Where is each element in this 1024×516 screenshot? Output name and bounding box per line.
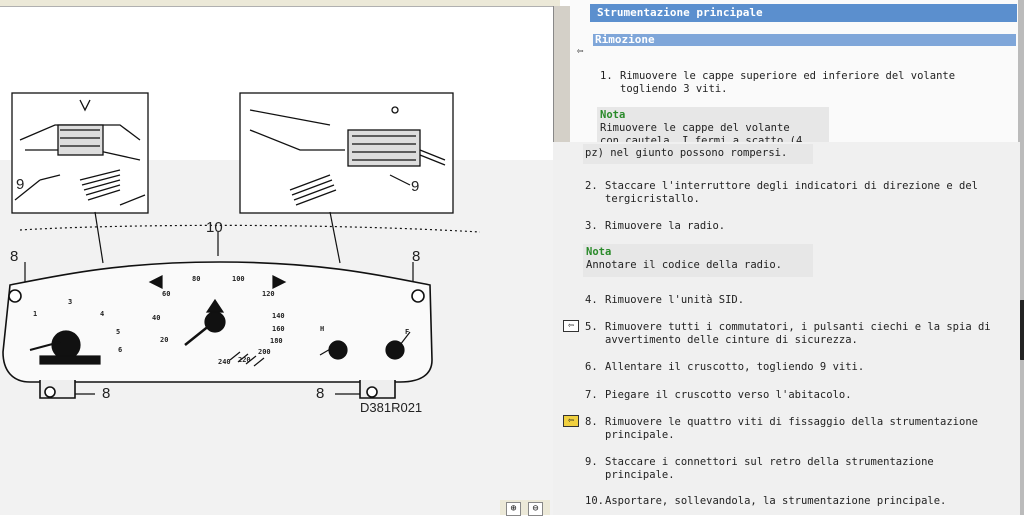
step-number: 10. (585, 495, 604, 507)
speedo-label: 160 (272, 325, 285, 333)
back-arrow-icon[interactable]: ⇦ (577, 45, 591, 56)
instrument-cluster-diagram (2, 92, 481, 399)
note-title: Nota (600, 109, 626, 121)
speedo-label: 100 (232, 275, 245, 283)
callout-8-top-right: 8 (412, 248, 421, 265)
callout-8-bottom-left: 8 (102, 385, 111, 402)
section-header: Rimozione (593, 34, 1016, 46)
note-text: Annotare il codice della radio. (586, 259, 782, 271)
step-number: 5. (585, 321, 598, 333)
note-box: Nota Annotare il codice della radio. (583, 244, 813, 277)
tacho-label: 1 (33, 310, 38, 318)
callout-8-top-left: 8 (10, 248, 19, 265)
step-10: 10.Asportare, sollevandola, la strumenta… (585, 495, 946, 508)
zoom-out-icon[interactable]: ⊖ (528, 502, 543, 516)
callout-8-bottom-right: 8 (316, 385, 325, 402)
step-4: 4. Rimuovere l'unità SID. (585, 294, 744, 307)
back-arrow-icon[interactable]: ⇦ (563, 415, 579, 427)
inset-right (239, 92, 454, 214)
step-text: Rimuovere tutti i commutatori, i pulsant… (605, 321, 991, 333)
step-text: Piegare il cruscotto verso l'abitacolo. (605, 389, 852, 401)
step-3: 3. Rimuovere la radio. (585, 220, 725, 233)
note-title: Nota (586, 246, 612, 258)
tacho-label: 4 (100, 310, 105, 318)
step-number: 6. (585, 361, 598, 373)
tacho-label: 5 (116, 328, 121, 336)
step-text: Rimuovere le cappe superiore ed inferior… (620, 70, 956, 82)
speedo-label: 180 (270, 337, 283, 345)
step-8: 8. Rimuovere le quattro viti di fissaggio… (585, 416, 978, 442)
step-6: 6. Allentare il cruscotto, togliendo 9 vi… (585, 361, 864, 374)
step-number: 1. (600, 70, 613, 82)
step-text: Staccare i connettori sul retro della st… (605, 456, 934, 468)
speedo-label: 80 (192, 275, 201, 283)
step-number: 3. (585, 220, 598, 232)
gauge-label-f: F (405, 328, 410, 336)
step-number: 9. (585, 456, 598, 468)
speedo-label: 240 (218, 358, 231, 366)
step-text: Staccare l'interruttore degli indicatori… (605, 180, 978, 192)
callout-9-left: 9 (16, 176, 25, 193)
step-text: Asportare, sollevandola, la strumentazio… (605, 495, 947, 507)
callout-9-right: 9 (411, 178, 420, 195)
tacho-label: 3 (68, 298, 73, 306)
speedo-label: 40 (152, 314, 161, 322)
step-2: 2. Staccare l'interruttore degli indicato… (585, 180, 978, 206)
inset-left (11, 92, 149, 214)
step-text: principale. (605, 429, 675, 441)
step-text: Allentare il cruscotto, togliendo 9 viti… (605, 361, 865, 373)
speedo-label: 120 (262, 290, 275, 298)
page-title: Strumentazione principale (590, 4, 1017, 22)
zoom-in-icon[interactable]: ⊕ (506, 502, 521, 516)
speedo-label: 220 (238, 356, 251, 364)
tacho-label: 6 (118, 346, 123, 354)
step-text: principale. (605, 469, 675, 481)
step-number: 7. (585, 389, 598, 401)
step-text: togliendo 3 viti. (620, 83, 728, 95)
step-1: 1. Rimuovere le cappe superiore ed inferi… (600, 70, 955, 96)
speedo-label: 60 (162, 290, 171, 298)
speedo-label: 20 (160, 336, 169, 344)
step-5: 5. Rimuovere tutti i commutatori, i pulsa… (585, 321, 991, 347)
callout-10: 10 (206, 219, 223, 236)
step-number: 2. (585, 180, 598, 192)
step-9: 9. Staccare i connettori sul retro della … (585, 456, 934, 482)
note-box: Nota Rimuovere le cappe del volante con … (597, 107, 829, 147)
step-text: Rimuovere l'unità SID. (605, 294, 745, 306)
diagram-code: D381R021 (360, 400, 423, 415)
gauge-label-h: H (320, 325, 325, 333)
back-arrow-icon[interactable]: ⇦ (563, 320, 579, 332)
step-text: tergicristallo. (605, 193, 700, 205)
step-number: 4. (585, 294, 598, 306)
note-text: Rimuovere le cappe del volante (600, 122, 790, 134)
step-text: avvertimento delle cinture di sicurezza. (605, 334, 858, 346)
step-7: 7. Piegare il cruscotto verso l'abitacolo… (585, 389, 852, 402)
step-text: Rimuovere le quattro viti di fissaggio d… (605, 416, 978, 428)
speedo-label: 200 (258, 348, 271, 356)
step-number: 8. (585, 416, 598, 428)
note-text: pz) nel giunto possono rompersi. (583, 144, 813, 164)
step-text: Rimuovere la radio. (605, 220, 726, 232)
speedo-label: 140 (272, 312, 285, 320)
